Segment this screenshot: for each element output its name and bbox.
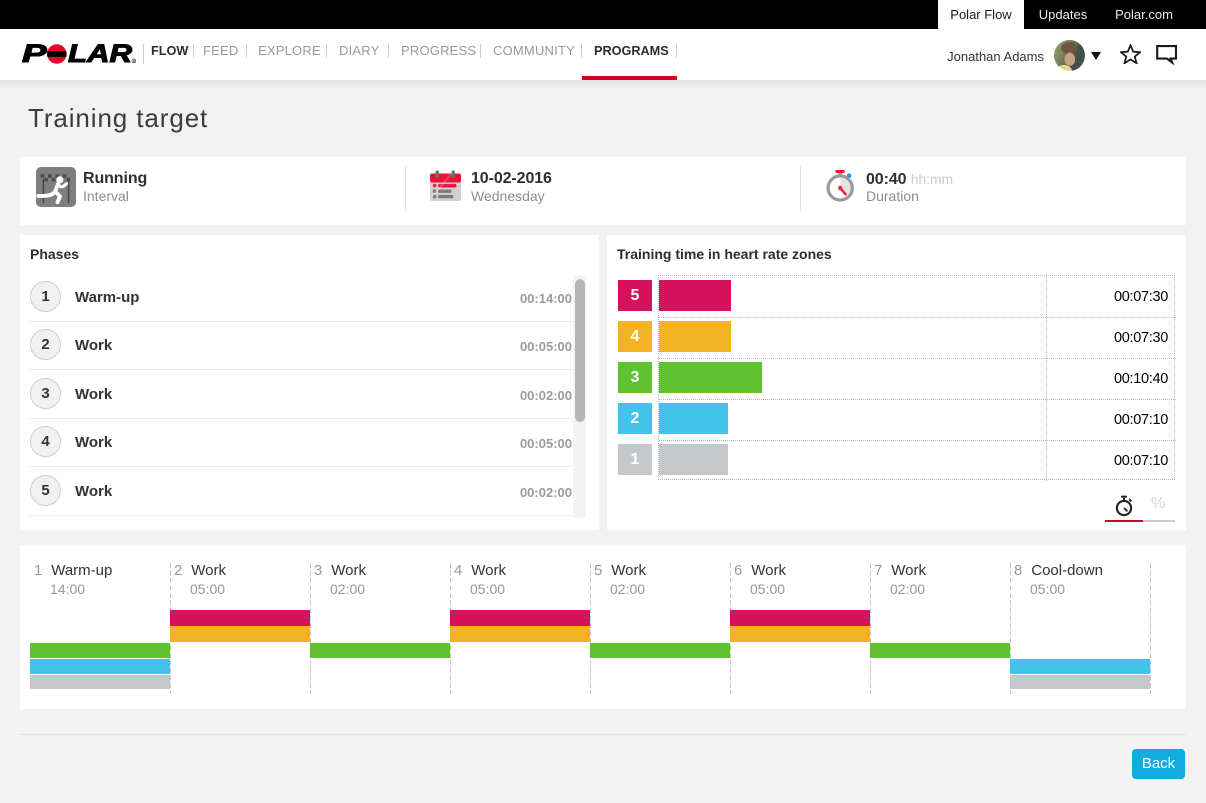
svg-text:LAR: LAR (68, 43, 132, 65)
svg-text:P: P (22, 43, 47, 65)
svg-text:R: R (133, 59, 136, 63)
